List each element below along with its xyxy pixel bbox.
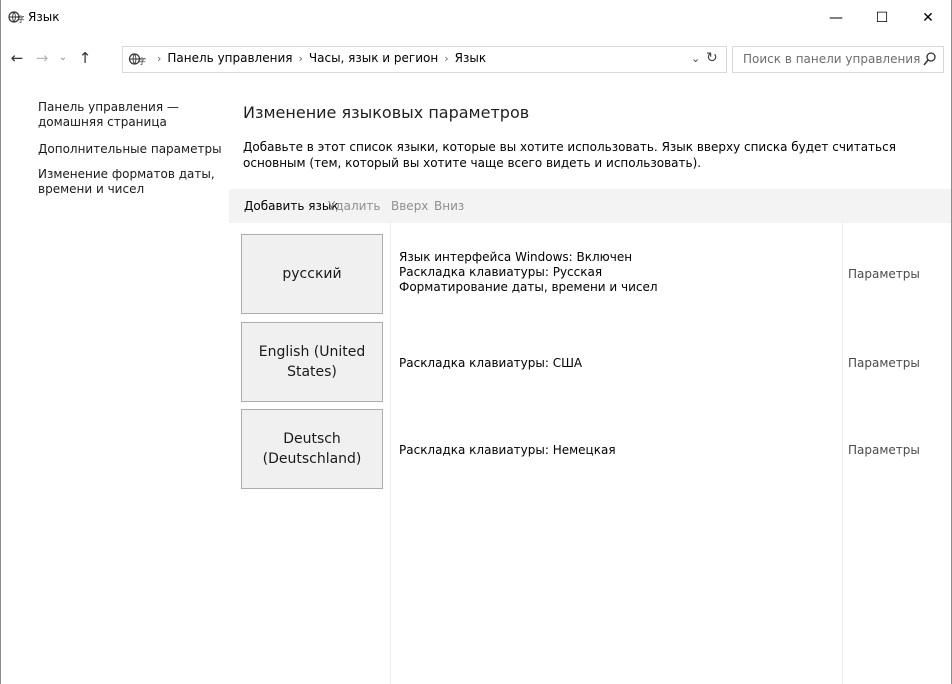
remove-language-button[interactable]: Удалить — [328, 199, 381, 213]
close-button[interactable]: ✕ — [905, 0, 951, 36]
language-globe-icon: 字 — [128, 53, 146, 66]
breadcrumb-clock-language-region[interactable]: Часы, язык и регион — [309, 51, 438, 65]
sidebar-link-control-panel-home[interactable]: Панель управления — домашняя страница — [38, 100, 228, 130]
minimize-button[interactable]: — — [813, 0, 859, 36]
sidebar-link-advanced-settings[interactable]: Дополнительные параметры — [38, 142, 228, 157]
navigation-bar: ← → ⌄ ↑ 字 › Панель управления › Часы, язык … — [1, 44, 951, 74]
language-detail-line: Раскладка клавиатуры: Немецкая — [399, 443, 616, 457]
language-detail-line: Раскладка клавиатуры: США — [399, 356, 583, 370]
window-title: Язык — [28, 10, 60, 24]
list-item: English (United States) Раскладка клавиа… — [241, 322, 941, 402]
language-detail-line: Форматирование даты, времени и чисел — [399, 280, 658, 294]
page-title: Изменение языковых параметров — [243, 103, 530, 122]
breadcrumb: › Панель управления › Часы, язык и регион › Я… — [151, 51, 486, 65]
search-input[interactable]: Поиск в панели управления — [732, 46, 944, 73]
breadcrumb-separator: › — [298, 52, 303, 65]
options-link[interactable]: Параметры — [848, 356, 920, 370]
sidebar: Панель управления — домашняя страница До… — [38, 100, 228, 209]
up-arrow-icon[interactable]: ↑ — [76, 48, 94, 68]
options-link[interactable]: Параметры — [848, 267, 920, 281]
list-item: русский Язык интерфейса Windows: Включен… — [241, 234, 941, 314]
svg-text:字: 字 — [17, 14, 24, 24]
search-placeholder: Поиск в панели управления — [743, 52, 921, 66]
recent-locations-chevron-icon[interactable]: ⌄ — [54, 48, 72, 68]
language-details: Язык интерфейса Windows: Включен Расклад… — [399, 250, 658, 295]
refresh-icon[interactable]: ↻ — [706, 50, 718, 66]
language-detail-line: Язык интерфейса Windows: Включен — [399, 250, 633, 264]
list-item: Deutsch (Deutschland) Раскладка клавиату… — [241, 409, 941, 489]
magnifier-icon[interactable] — [923, 51, 937, 67]
breadcrumb-separator: › — [157, 52, 162, 65]
language-tile-russian[interactable]: русский — [241, 234, 383, 314]
language-details: Раскладка клавиатуры: США — [399, 356, 582, 371]
page-description: Добавьте в этот список языки, которые вы… — [243, 140, 896, 170]
move-down-button[interactable]: Вниз — [434, 199, 464, 213]
language-tile-german[interactable]: Deutsch (Deutschland) — [241, 409, 383, 489]
breadcrumb-separator: › — [444, 52, 449, 65]
move-up-button[interactable]: Вверх — [391, 199, 428, 213]
language-toolbar: Добавить язык Удалить Вверх Вниз — [229, 189, 951, 223]
sidebar-link-change-formats[interactable]: Изменение форматов даты, времени и чисел — [38, 167, 228, 197]
add-language-button[interactable]: Добавить язык — [244, 199, 339, 213]
address-bar[interactable]: 字 › Панель управления › Часы, язык и регион… — [122, 46, 727, 73]
language-globe-icon: 字 — [8, 11, 24, 24]
options-link[interactable]: Параметры — [848, 443, 920, 457]
language-tile-english[interactable]: English (United States) — [241, 322, 383, 402]
svg-text:字: 字 — [138, 56, 146, 66]
breadcrumb-control-panel[interactable]: Панель управления — [167, 51, 292, 65]
back-arrow-icon[interactable]: ← — [8, 48, 26, 68]
forward-arrow-icon[interactable]: → — [33, 48, 51, 68]
language-window: 字 Язык — ☐ ✕ ← → ⌄ ↑ 字 › Панель управлени… — [0, 0, 952, 684]
maximize-button[interactable]: ☐ — [859, 0, 905, 36]
address-dropdown-chevron-icon[interactable]: ⌄ — [691, 52, 700, 65]
language-detail-line: Раскладка клавиатуры: Русская — [399, 265, 603, 279]
breadcrumb-language[interactable]: Язык — [455, 51, 486, 65]
language-details: Раскладка клавиатуры: Немецкая — [399, 443, 616, 458]
title-bar: 字 Язык — ☐ ✕ — [1, 0, 951, 36]
